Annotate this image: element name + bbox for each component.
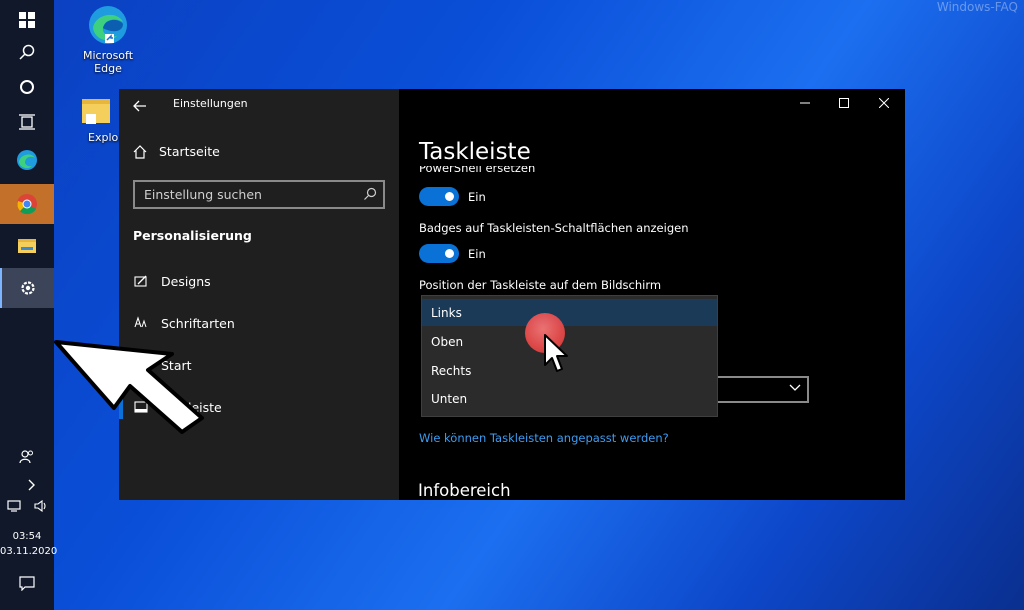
combine-select[interactable] bbox=[715, 376, 809, 403]
back-button[interactable] bbox=[133, 97, 149, 112]
network-icon bbox=[6, 500, 21, 512]
edge-icon bbox=[17, 150, 37, 170]
minimize-button[interactable] bbox=[785, 89, 825, 117]
clock-date[interactable]: 03.11.2020 bbox=[0, 544, 57, 559]
window-title: Einstellungen bbox=[173, 97, 248, 110]
notification-area-heading: Infobereich bbox=[418, 481, 511, 500]
desktop-icon-label: Microsoft Edge bbox=[82, 49, 134, 75]
search-button[interactable] bbox=[0, 32, 54, 72]
minimize-icon bbox=[800, 102, 810, 104]
desktop-icon-explorer[interactable]: Explor bbox=[66, 94, 126, 144]
taskbar-settings-button[interactable] bbox=[0, 268, 54, 308]
search-icon bbox=[19, 44, 35, 60]
dropdown-option-links[interactable]: Links bbox=[422, 299, 717, 326]
back-arrow-icon bbox=[133, 100, 146, 112]
maximize-button[interactable] bbox=[824, 89, 864, 117]
home-icon bbox=[133, 144, 147, 159]
sidebar-section-heading: Personalisierung bbox=[133, 228, 252, 243]
watermark: Windows-FAQ bbox=[936, 0, 1018, 14]
task-view-button[interactable] bbox=[0, 102, 54, 142]
desktop-icon-edge[interactable]: Microsoft Edge bbox=[68, 4, 148, 75]
settings-sidebar: Einstellungen Startseite Einstellung suc… bbox=[119, 89, 399, 500]
volume-icon bbox=[33, 500, 46, 512]
toggle-state-label: Ein bbox=[468, 247, 486, 261]
edge-icon bbox=[87, 4, 129, 46]
chevron-down-icon bbox=[789, 384, 801, 391]
search-icon bbox=[364, 187, 377, 200]
settings-window: Einstellungen Startseite Einstellung suc… bbox=[119, 89, 905, 500]
settings-gear-icon bbox=[21, 281, 35, 295]
task-view-icon bbox=[19, 114, 35, 130]
annotation-arrow-icon bbox=[54, 340, 204, 434]
sidebar-home[interactable]: Startseite bbox=[133, 144, 220, 159]
network-button[interactable] bbox=[0, 486, 27, 526]
sidebar-item-fonts[interactable]: Schriftarten bbox=[133, 315, 235, 331]
powershell-label: PowerShell ersetzen bbox=[419, 166, 536, 174]
close-icon bbox=[879, 98, 889, 108]
taskbar-explorer-button[interactable] bbox=[0, 226, 54, 266]
badges-toggle[interactable] bbox=[419, 244, 459, 263]
search-placeholder: Einstellung suchen bbox=[144, 187, 262, 202]
sidebar-item-designs[interactable]: Designs bbox=[133, 273, 211, 289]
windows-start-icon bbox=[19, 12, 35, 28]
badges-label: Badges auf Taskleisten-Schaltflächen anz… bbox=[419, 221, 689, 235]
maximize-icon bbox=[839, 98, 849, 108]
dropdown-option-unten[interactable]: Unten bbox=[422, 385, 717, 412]
chrome-icon bbox=[17, 194, 37, 215]
notification-icon bbox=[19, 575, 35, 591]
volume-button[interactable] bbox=[27, 486, 54, 526]
designs-icon bbox=[133, 273, 149, 289]
cortana-button[interactable] bbox=[0, 67, 54, 107]
folder-icon bbox=[79, 94, 113, 128]
toggle-state-label: Ein bbox=[468, 190, 486, 204]
taskbar-chrome-button[interactable] bbox=[0, 184, 54, 224]
mouse-cursor-icon bbox=[544, 334, 568, 372]
action-center-button[interactable] bbox=[0, 563, 54, 603]
sidebar-home-label: Startseite bbox=[159, 144, 220, 159]
taskbar: 03:54 03.11.2020 bbox=[0, 0, 57, 610]
sidebar-item-label: Schriftarten bbox=[161, 315, 235, 331]
people-icon bbox=[19, 450, 33, 464]
close-button[interactable] bbox=[864, 89, 904, 117]
help-link[interactable]: Wie können Taskleisten angepasst werden? bbox=[419, 431, 669, 445]
cortana-icon bbox=[20, 80, 34, 94]
sidebar-item-label: Designs bbox=[161, 273, 211, 289]
fonts-icon bbox=[133, 315, 149, 331]
file-explorer-icon bbox=[18, 239, 36, 253]
position-label: Position der Taskleiste auf dem Bildschi… bbox=[419, 278, 662, 292]
clock-time[interactable]: 03:54 bbox=[0, 529, 54, 544]
powershell-toggle[interactable] bbox=[419, 187, 459, 206]
taskbar-edge-button[interactable] bbox=[0, 140, 54, 180]
settings-search-input[interactable]: Einstellung suchen bbox=[133, 180, 385, 209]
page-title: Taskleiste bbox=[419, 139, 531, 165]
desktop-icon-label: Explor bbox=[88, 131, 123, 144]
